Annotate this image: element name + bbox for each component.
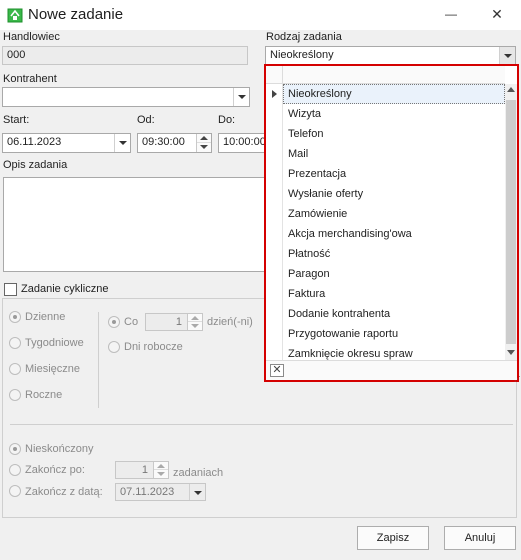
list-item[interactable]: Prezentacja xyxy=(283,164,505,184)
close-icon: ✕ xyxy=(491,6,503,22)
po-value: 1 xyxy=(141,464,148,476)
co-label: Co xyxy=(124,316,139,328)
window-title: Nowe zadanie xyxy=(28,6,124,23)
clear-icon[interactable]: ✕ xyxy=(270,364,284,377)
list-item[interactable]: Faktura xyxy=(283,284,505,304)
list-item[interactable]: Telefon xyxy=(283,124,505,144)
co-stepper-buttons[interactable] xyxy=(187,314,202,330)
list-item[interactable]: Wizyta xyxy=(283,104,505,124)
vertical-scrollbar[interactable] xyxy=(505,84,517,360)
radio-dni-robocze[interactable] xyxy=(108,341,120,353)
grid-header xyxy=(266,66,505,84)
save-button[interactable]: Zapisz xyxy=(357,526,429,550)
scroll-up-icon[interactable] xyxy=(507,87,515,92)
rodzaj-label: Rodzaj zadania xyxy=(266,31,342,43)
scroll-thumb[interactable] xyxy=(506,100,516,344)
chevron-down-icon[interactable] xyxy=(189,484,205,500)
row-indicator-column xyxy=(266,84,283,360)
po-unit: zadaniach xyxy=(173,467,224,479)
cyclic-checkbox[interactable] xyxy=(4,283,17,296)
od-time-field[interactable]: 09:30:00 xyxy=(137,133,212,153)
rodzaj-select[interactable]: Nieokreślony xyxy=(265,46,516,65)
list-item[interactable]: Wysłanie oferty xyxy=(283,184,505,204)
list-item[interactable]: Zamknięcie okresu spraw xyxy=(283,344,505,360)
radio-miesieczne-label: Miesięczne xyxy=(25,363,81,375)
opis-textarea[interactable] xyxy=(3,177,265,272)
radio-tygodniowe[interactable] xyxy=(9,337,21,349)
list-item[interactable]: Nieokreślony xyxy=(283,84,505,104)
list-item[interactable]: Zamówienie xyxy=(283,204,505,224)
dni-robocze-label: Dni robocze xyxy=(124,341,183,353)
zakoncz-po-label: Zakończ po: xyxy=(25,464,85,476)
dropdown-list: Nieokreślony Wizyta Telefon Mail Prezentacja… xyxy=(266,84,505,360)
end-date-value: 07.11.2023 xyxy=(120,486,175,498)
do-label: Do: xyxy=(218,114,236,126)
list-item[interactable]: Akcja merchandising'owa xyxy=(283,224,505,244)
chevron-down-icon[interactable] xyxy=(499,47,515,64)
start-date-field[interactable]: 06.11.2023 xyxy=(2,133,131,153)
radio-dzienne[interactable] xyxy=(9,311,21,323)
cyclic-label: Zadanie cykliczne xyxy=(21,283,109,295)
radio-dzienne-label: Dzienne xyxy=(25,311,66,323)
zakoncz-data-label: Zakończ z datą: xyxy=(25,486,103,498)
divider xyxy=(98,312,99,408)
chevron-down-icon[interactable] xyxy=(114,134,130,152)
opis-label: Opis zadania xyxy=(3,159,68,171)
list-item[interactable]: Płatność xyxy=(283,244,505,264)
chevron-down-icon[interactable] xyxy=(233,88,249,106)
po-stepper-buttons[interactable] xyxy=(153,462,168,478)
resize-grip-icon[interactable]: ⋰ xyxy=(514,375,521,383)
kontrahent-select[interactable] xyxy=(2,87,250,107)
list-item[interactable]: Mail xyxy=(283,144,505,164)
radio-co[interactable] xyxy=(108,316,120,328)
start-label: Start: xyxy=(3,114,30,126)
list-item[interactable]: Dodanie kontrahenta xyxy=(283,304,505,324)
app-icon xyxy=(7,7,23,23)
radio-nieskonczony[interactable] xyxy=(9,443,21,455)
od-time-stepper[interactable] xyxy=(196,134,211,152)
handlowiec-label: Handlowiec xyxy=(3,31,60,43)
po-stepper[interactable]: 1 xyxy=(115,461,169,479)
radio-tygodniowe-label: Tygodniowe xyxy=(25,337,84,349)
do-time-value: 10:00:00 xyxy=(223,136,265,148)
dropdown-footer: ✕ xyxy=(266,360,517,380)
end-date-field[interactable]: 07.11.2023 xyxy=(115,483,206,501)
divider xyxy=(10,424,513,425)
od-label: Od: xyxy=(137,114,155,126)
kontrahent-label: Kontrahent xyxy=(3,73,57,85)
do-time-field[interactable]: 10:00:00 xyxy=(218,133,265,153)
start-date-value: 06.11.2023 xyxy=(7,136,62,148)
list-item[interactable]: Przygotowanie raportu xyxy=(283,324,505,344)
co-stepper[interactable]: 1 xyxy=(145,313,203,331)
handlowiec-field[interactable]: 000 xyxy=(2,46,248,65)
co-value: 1 xyxy=(175,316,182,328)
rodzaj-value: Nieokreślony xyxy=(270,49,334,61)
radio-miesieczne[interactable] xyxy=(9,363,21,375)
radio-zakoncz-po[interactable] xyxy=(9,464,21,476)
radio-roczne-label: Roczne xyxy=(25,389,63,401)
row-pointer-icon xyxy=(272,90,277,98)
close-button[interactable]: ✕ xyxy=(484,3,510,27)
scroll-down-icon[interactable] xyxy=(507,350,515,355)
nieskonczony-label: Nieskończony xyxy=(25,443,94,455)
cancel-button[interactable]: Anuluj xyxy=(444,526,516,550)
od-time-value: 09:30:00 xyxy=(142,136,185,148)
minimize-button[interactable]: — xyxy=(438,3,464,27)
radio-roczne[interactable] xyxy=(9,389,21,401)
co-unit: dzień(-ni) xyxy=(207,316,253,328)
list-item[interactable]: Paragon xyxy=(283,264,505,284)
rodzaj-dropdown-popup: Nieokreślony Wizyta Telefon Mail Prezentacja… xyxy=(264,64,521,383)
minimize-icon: — xyxy=(445,7,457,21)
radio-zakoncz-data[interactable] xyxy=(9,485,21,497)
